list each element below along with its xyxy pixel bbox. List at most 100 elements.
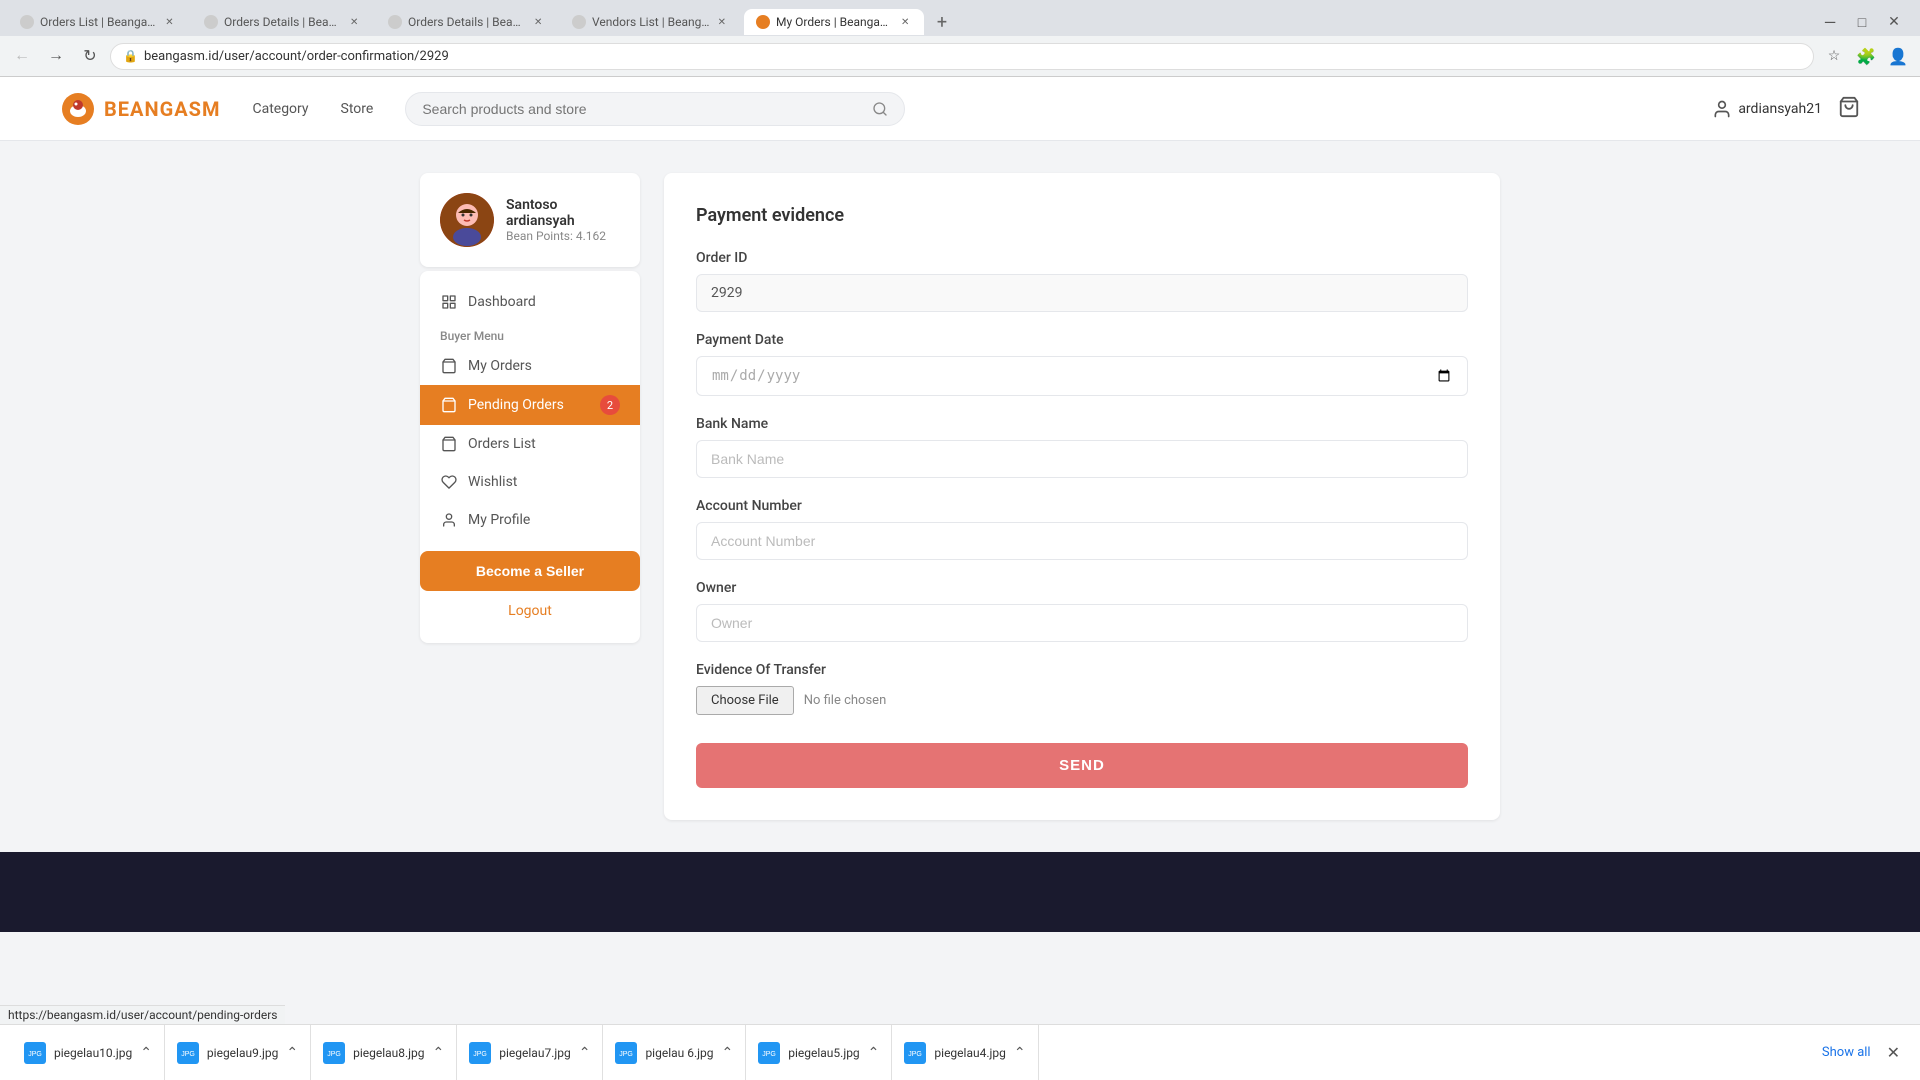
status-bar-url: https://beangasm.id/user/account/pending…	[0, 1005, 285, 1024]
search-bar[interactable]	[405, 92, 905, 126]
download-chevron-icon[interactable]: ⌃	[722, 1045, 734, 1061]
download-item[interactable]: JPG piegelau8.jpg ⌃	[311, 1025, 457, 1080]
sidebar-section-label: Buyer Menu	[420, 321, 640, 347]
cart-button[interactable]	[1838, 96, 1860, 122]
sidebar-item-orders-list[interactable]: Orders List	[420, 425, 640, 463]
main-layout: Santoso ardiansyah Bean Points: 4.162 Da…	[360, 141, 1560, 852]
download-item[interactable]: JPG piegelau10.jpg ⌃	[12, 1025, 165, 1080]
order-id-value: 2929	[696, 274, 1468, 312]
browser-chrome: Orders List | Beangasm ✕ Orders Details …	[0, 0, 1920, 932]
bank-name-label: Bank Name	[696, 416, 1468, 432]
download-item[interactable]: JPG piegelau5.jpg ⌃	[746, 1025, 892, 1080]
ssl-lock-icon: 🔒	[123, 49, 138, 63]
page-content: BEANGASM Category Store ardiansyah21	[0, 77, 1920, 932]
download-item[interactable]: JPG pigelau 6.jpg ⌃	[603, 1025, 746, 1080]
tab-favicon-2	[204, 15, 218, 29]
download-item-info: piegelau5.jpg	[788, 1046, 859, 1060]
tab-close-1[interactable]: ✕	[163, 15, 176, 29]
sidebar-my-profile-label: My Profile	[468, 512, 530, 528]
account-number-group: Account Number	[696, 498, 1468, 560]
toolbar-actions: ☆ 🧩 👤	[1820, 42, 1912, 70]
download-file-icon: JPG	[323, 1042, 345, 1064]
choose-file-button[interactable]: Choose File	[696, 686, 794, 715]
user-profile-button[interactable]: ardiansyah21	[1712, 99, 1822, 119]
user-icon	[1712, 99, 1732, 119]
sidebar-pending-orders-label: Pending Orders	[468, 397, 564, 413]
download-item[interactable]: JPG piegelau7.jpg ⌃	[457, 1025, 603, 1080]
account-number-input[interactable]	[696, 522, 1468, 560]
download-filename: piegelau9.jpg	[207, 1046, 278, 1060]
bank-name-input[interactable]	[696, 440, 1468, 478]
download-file-icon: JPG	[177, 1042, 199, 1064]
category-link[interactable]: Category	[252, 101, 308, 117]
forward-button[interactable]: →	[42, 42, 70, 70]
close-button[interactable]: ✕	[1880, 8, 1908, 36]
download-chevron-icon[interactable]: ⌃	[1014, 1045, 1026, 1061]
owner-input[interactable]	[696, 604, 1468, 642]
sidebar-item-dashboard[interactable]: Dashboard	[420, 283, 640, 321]
sidebar-item-my-profile[interactable]: My Profile	[420, 501, 640, 539]
payment-date-input[interactable]	[696, 356, 1468, 396]
new-tab-button[interactable]: +	[928, 8, 956, 36]
browser-tab-3[interactable]: Orders Details | Beangasm ✕	[376, 9, 556, 35]
download-item[interactable]: JPG piegelau9.jpg ⌃	[165, 1025, 311, 1080]
sidebar-item-pending-orders[interactable]: Pending Orders 2	[420, 385, 640, 425]
address-bar[interactable]: 🔒 beangasm.id/user/account/order-confirm…	[110, 43, 1814, 70]
download-filename: piegelau5.jpg	[788, 1046, 859, 1060]
download-chevron-icon[interactable]: ⌃	[433, 1045, 445, 1061]
pending-orders-icon	[440, 396, 458, 414]
download-chevron-icon[interactable]: ⌃	[868, 1045, 880, 1061]
show-all-button[interactable]: Show all	[1814, 1045, 1879, 1060]
wishlist-icon	[440, 473, 458, 491]
download-chevron-icon[interactable]: ⌃	[140, 1045, 152, 1061]
download-file-icon: JPG	[615, 1042, 637, 1064]
tab-close-5[interactable]: ✕	[898, 15, 912, 29]
tab-close-2[interactable]: ✕	[348, 15, 360, 29]
main-content: Payment evidence Order ID 2929 Payment D…	[664, 173, 1500, 820]
evidence-label: Evidence Of Transfer	[696, 662, 1468, 678]
browser-tab-5[interactable]: My Orders | Beangasm ✕	[744, 9, 924, 35]
logout-link[interactable]: Logout	[420, 591, 640, 631]
owner-group: Owner	[696, 580, 1468, 642]
navbar-brand[interactable]: BEANGASM	[60, 91, 220, 127]
download-filename: piegelau7.jpg	[499, 1046, 570, 1060]
downloads-bar: JPG piegelau10.jpg ⌃ JPG piegelau9.jpg ⌃…	[0, 1024, 1920, 1080]
sidebar-item-wishlist[interactable]: Wishlist	[420, 463, 640, 501]
maximize-button[interactable]: □	[1848, 8, 1876, 36]
svg-text:JPG: JPG	[762, 1051, 776, 1058]
downloads-close-button[interactable]: ✕	[1879, 1043, 1908, 1062]
minimize-button[interactable]: —	[1816, 8, 1844, 36]
svg-text:JPG: JPG	[327, 1051, 341, 1058]
browser-titlebar: Orders List | Beangasm ✕ Orders Details …	[0, 0, 1920, 36]
download-item[interactable]: JPG piegelau4.jpg ⌃	[892, 1025, 1038, 1080]
browser-tab-1[interactable]: Orders List | Beangasm ✕	[8, 9, 188, 35]
sidebar-dashboard-label: Dashboard	[468, 294, 536, 310]
download-item-info: pigelau 6.jpg	[645, 1046, 713, 1060]
browser-tab-2[interactable]: Orders Details | Beangasm ✕	[192, 9, 372, 35]
download-chevron-icon[interactable]: ⌃	[286, 1045, 298, 1061]
download-filename: piegelau8.jpg	[353, 1046, 424, 1060]
order-id-label: Order ID	[696, 250, 1468, 266]
bookmark-button[interactable]: ☆	[1820, 42, 1848, 70]
search-input[interactable]	[422, 101, 864, 117]
send-button[interactable]: SEND	[696, 743, 1468, 788]
tab-favicon-3	[388, 15, 402, 29]
tab-close-4[interactable]: ✕	[716, 15, 728, 29]
sidebar-item-my-orders[interactable]: My Orders	[420, 347, 640, 385]
browser-tab-4[interactable]: Vendors List | Beangasm ✕	[560, 9, 740, 35]
payment-date-group: Payment Date	[696, 332, 1468, 396]
back-button[interactable]: ←	[8, 42, 36, 70]
download-chevron-icon[interactable]: ⌃	[579, 1045, 591, 1061]
payment-date-label: Payment Date	[696, 332, 1468, 348]
reload-button[interactable]: ↻	[76, 42, 104, 70]
dashboard-icon	[440, 293, 458, 311]
navbar: BEANGASM Category Store ardiansyah21	[0, 77, 1920, 141]
become-seller-button[interactable]: Become a Seller	[420, 551, 640, 591]
extensions-button[interactable]: 🧩	[1852, 42, 1880, 70]
profile-button[interactable]: 👤	[1884, 42, 1912, 70]
sidebar-username: Santoso ardiansyah	[506, 197, 620, 229]
download-item-info: piegelau9.jpg	[207, 1046, 278, 1060]
tab-close-3[interactable]: ✕	[532, 15, 544, 29]
brand-name: BEANGASM	[104, 97, 220, 121]
store-link[interactable]: Store	[341, 101, 374, 117]
